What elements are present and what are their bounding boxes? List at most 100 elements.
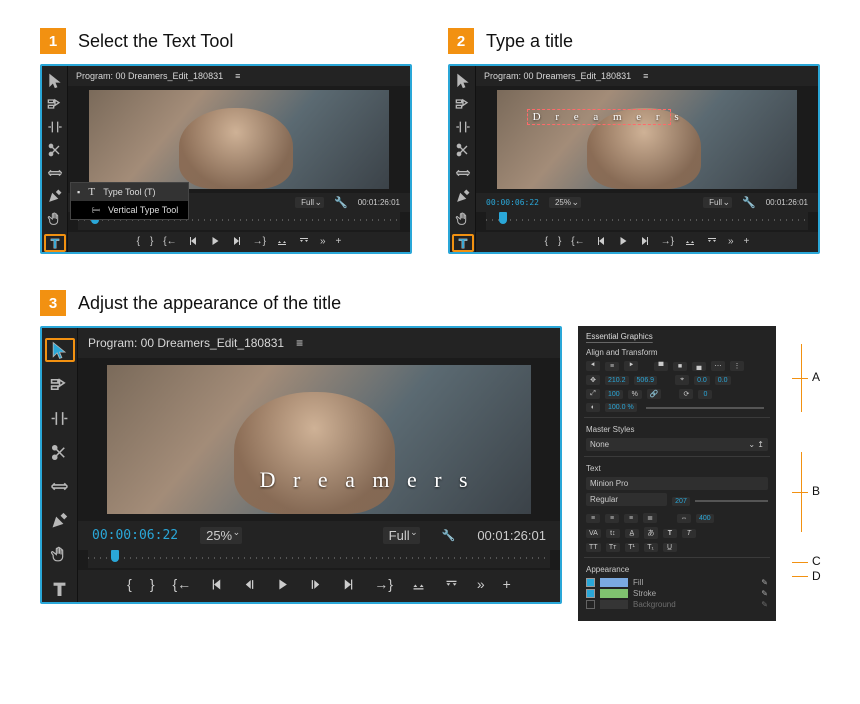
master-style-dropdown[interactable]: None ⌄ ↥ — [586, 438, 768, 451]
pos-y-value[interactable]: 506.9 — [634, 376, 658, 385]
panel-menu-icon[interactable]: ≡ — [235, 71, 240, 81]
step-back-icon[interactable] — [187, 235, 199, 247]
pen-tool[interactable] — [45, 508, 75, 532]
kerning-icon[interactable]: VA — [586, 529, 601, 538]
button-editor-icon[interactable]: + — [744, 236, 750, 247]
settings-icon[interactable]: 🔧 — [442, 529, 456, 542]
align-bottom-icon[interactable]: ▄ — [692, 362, 706, 371]
flyout-type-tool[interactable]: ▪ T Type Tool (T) — [71, 183, 188, 201]
distribute-h-icon[interactable]: ⋯ — [711, 361, 725, 371]
slip-tool[interactable] — [44, 165, 66, 182]
pen-tool[interactable] — [452, 188, 474, 205]
settings-icon[interactable]: 🔧 — [334, 196, 348, 209]
lift-icon[interactable] — [684, 235, 696, 247]
razor-tool[interactable] — [452, 141, 474, 158]
fit-dropdown[interactable]: Full — [703, 197, 732, 208]
zoom-dropdown[interactable]: 25% — [549, 197, 581, 208]
go-out-icon[interactable]: →} — [253, 236, 266, 247]
panel-menu-icon[interactable]: ≡ — [643, 71, 648, 81]
video-viewer[interactable]: D r e a m e r s — [476, 86, 818, 193]
anchor-x-value[interactable]: 0.0 — [694, 376, 710, 385]
scrub-bar[interactable] — [88, 550, 550, 568]
lift-icon[interactable] — [411, 577, 426, 592]
anchor-y-value[interactable]: 0.0 — [715, 376, 731, 385]
go-in-icon[interactable]: {← — [571, 236, 584, 247]
razor-tool[interactable] — [45, 440, 75, 464]
go-out-icon[interactable]: →} — [661, 236, 674, 247]
subscript-icon[interactable]: T₁ — [644, 543, 658, 552]
text-align-left-icon[interactable]: ≡ — [586, 514, 600, 523]
text-align-center-icon[interactable]: ≡ — [605, 514, 619, 523]
font-dropdown[interactable]: Minion Pro — [586, 477, 768, 490]
align-top-icon[interactable]: ▀ — [654, 362, 668, 371]
panel-menu-icon[interactable]: ≡ — [296, 336, 303, 350]
smallcaps-icon[interactable]: Tᴛ — [606, 543, 620, 552]
track-select-tool[interactable] — [452, 95, 474, 112]
step-back-icon[interactable] — [595, 235, 607, 247]
mark-in-icon[interactable]: { — [127, 576, 132, 592]
slip-tool[interactable] — [45, 474, 75, 498]
play-icon[interactable] — [617, 235, 629, 247]
fit-dropdown[interactable]: Full — [383, 527, 420, 544]
distribute-v-icon[interactable]: ⋮ — [730, 361, 744, 371]
video-viewer[interactable]: D r e a m e r s — [78, 358, 560, 521]
step-fwd-icon[interactable] — [639, 235, 651, 247]
pen-tool[interactable] — [44, 188, 66, 205]
opacity-slider[interactable] — [646, 407, 764, 409]
frame-fwd-icon[interactable] — [308, 577, 323, 592]
current-timecode[interactable]: 00:00:06:22 — [486, 198, 539, 207]
bg-swatch[interactable] — [600, 600, 628, 609]
track-select-tool[interactable] — [45, 372, 75, 396]
hand-tool[interactable] — [44, 211, 66, 228]
selection-tool[interactable] — [45, 338, 75, 362]
type-tool[interactable] — [44, 234, 66, 252]
superscript-icon[interactable]: T¹ — [625, 543, 639, 552]
selection-tool[interactable] — [452, 72, 474, 89]
tsume-icon[interactable]: あ — [644, 527, 658, 539]
bg-eyedropper-icon[interactable]: ✎ — [761, 600, 768, 609]
stroke-swatch[interactable] — [600, 589, 628, 598]
go-in-icon[interactable]: {← — [173, 576, 192, 592]
step-fwd-icon[interactable] — [341, 577, 356, 592]
text-align-right-icon[interactable]: ≡ — [624, 514, 638, 523]
type-tool[interactable] — [45, 576, 75, 600]
mark-in-icon[interactable]: { — [545, 236, 548, 247]
rotation-value[interactable]: 0 — [698, 390, 712, 399]
baseline-icon[interactable]: A̲ — [625, 529, 639, 538]
link-scale-icon[interactable]: 🔗 — [647, 389, 662, 399]
font-weight-dropdown[interactable]: Regular — [586, 493, 667, 506]
type-tool[interactable] — [452, 234, 474, 252]
scale-value[interactable]: 100 — [605, 390, 623, 399]
video-viewer[interactable] — [68, 86, 410, 193]
hand-tool[interactable] — [45, 542, 75, 566]
ripple-edit-tool[interactable] — [45, 406, 75, 430]
fill-checkbox[interactable] — [586, 578, 595, 587]
font-size-value[interactable]: 207 — [672, 497, 690, 506]
fill-eyedropper-icon[interactable]: ✎ — [761, 578, 768, 587]
go-out-icon[interactable]: →} — [374, 576, 393, 592]
align-left-icon[interactable]: ⯇ — [586, 361, 600, 371]
tracking-value[interactable]: 400 — [696, 514, 714, 523]
fit-dropdown[interactable]: Full — [295, 197, 324, 208]
ripple-edit-tool[interactable] — [44, 118, 66, 135]
track-select-tool[interactable] — [44, 95, 66, 112]
scrub-bar[interactable] — [486, 212, 808, 230]
allcaps-icon[interactable]: TT — [586, 543, 601, 552]
stroke-checkbox[interactable] — [586, 589, 595, 598]
frame-back-icon[interactable] — [242, 577, 257, 592]
export-frame-icon[interactable]: » — [728, 236, 734, 247]
slip-tool[interactable] — [452, 165, 474, 182]
mark-out-icon[interactable]: } — [150, 576, 155, 592]
mark-out-icon[interactable]: } — [150, 236, 153, 247]
extract-icon[interactable] — [444, 577, 459, 592]
button-editor-icon[interactable]: + — [336, 236, 342, 247]
extract-icon[interactable] — [706, 235, 718, 247]
lift-icon[interactable] — [276, 235, 288, 247]
pos-x-value[interactable]: 210.2 — [605, 376, 629, 385]
opacity-value[interactable]: 100.0 % — [605, 403, 637, 412]
go-in-icon[interactable]: {← — [163, 236, 176, 247]
fill-swatch[interactable] — [600, 578, 628, 587]
leading-icon[interactable]: t↕ — [606, 529, 620, 538]
title-overlay-text[interactable]: D r e a m e r s — [533, 111, 685, 123]
current-timecode[interactable]: 00:00:06:22 — [92, 528, 178, 543]
